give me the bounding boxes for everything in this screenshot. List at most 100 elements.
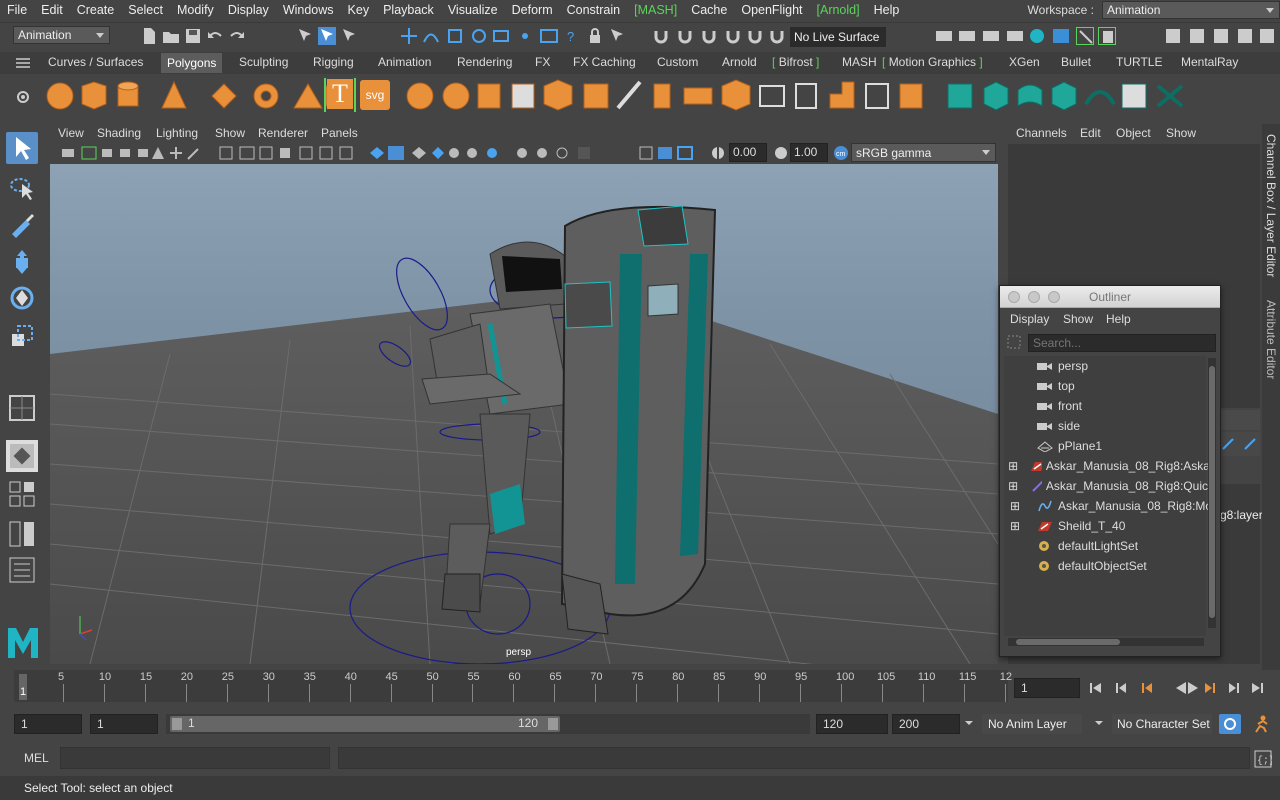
render-current-icon[interactable] [958, 27, 976, 45]
tab-arnold[interactable]: Arnold [722, 55, 757, 69]
tab-turtle[interactable]: TURTLE [1116, 55, 1162, 69]
channel-menu-show[interactable]: Show [1166, 126, 1196, 140]
menu-key[interactable]: Key [341, 3, 377, 17]
expand-icon[interactable]: ⊞ [1008, 479, 1018, 493]
channel-menu-object[interactable]: Object [1116, 126, 1151, 140]
select-object-icon[interactable] [318, 27, 336, 45]
menu-select[interactable]: Select [121, 3, 170, 17]
range-slider-handle[interactable]: 1 120 [170, 716, 560, 732]
new-scene-icon[interactable] [140, 27, 158, 45]
snap-magnet-4-icon[interactable] [724, 27, 742, 45]
render-settings-icon[interactable] [935, 27, 953, 45]
chevron-down-icon[interactable] [1092, 716, 1106, 730]
attribute-editor-toggle-icon[interactable] [1188, 27, 1206, 45]
vp-menu-view[interactable]: View [58, 126, 84, 140]
poly-modeling-icons[interactable] [404, 78, 934, 114]
gamma-icon[interactable] [772, 144, 790, 162]
menu-playback[interactable]: Playback [376, 3, 441, 17]
animation-prefs-runner-icon[interactable] [1250, 714, 1272, 734]
playback-controls[interactable] [1086, 678, 1272, 698]
tab-custom[interactable]: Custom [657, 55, 698, 69]
current-frame-field[interactable]: 1 [1014, 678, 1080, 698]
outliner-item-askar-rig-askar[interactable]: ⊞ Askar_Manusia_08_Rig8:Askar [1004, 456, 1214, 476]
tab-bullet[interactable]: Bullet [1061, 55, 1091, 69]
lock-icon[interactable] [586, 27, 604, 45]
outliner-menu-display[interactable]: Display [1010, 312, 1049, 326]
type-tool-icon[interactable]: T [324, 78, 356, 112]
character-set-dropdown[interactable]: No Character Set [1112, 714, 1212, 734]
outliner-item-sheild-t-40[interactable]: ⊞ Sheild_T_40 [1004, 516, 1214, 536]
tab-bifrost[interactable]: [ Bifrost ] [772, 55, 819, 69]
select-lasso-icon[interactable] [608, 27, 626, 45]
chevron-down-icon[interactable] [962, 716, 976, 730]
modeling-toolkit-icon[interactable] [1164, 27, 1182, 45]
panel-toolbar-icons[interactable] [60, 145, 700, 161]
tab-motion-graphics[interactable]: [ Motion Graphics ] [882, 55, 983, 69]
tab-rendering[interactable]: Rendering [457, 55, 512, 69]
undo-icon[interactable] [206, 27, 224, 45]
snap-curve-icon[interactable] [422, 27, 440, 45]
menu-openflight[interactable]: OpenFlight [734, 3, 809, 17]
help-line-icon[interactable]: ? [562, 27, 580, 45]
outliner-item-askar-rig-mo[interactable]: ⊞ Askar_Manusia_08_Rig8:Mo [1004, 496, 1214, 516]
filter-icon[interactable] [1006, 334, 1022, 350]
outliner-item-side[interactable]: side [1004, 416, 1214, 436]
persp-outliner-layout[interactable] [6, 518, 38, 550]
tab-mash[interactable]: MASH [842, 55, 877, 69]
scale-tool[interactable] [6, 320, 38, 352]
anim-layer-dropdown[interactable]: No Anim Layer [982, 714, 1082, 734]
animation-start-field[interactable]: 1 [14, 714, 82, 734]
menu-arnold[interactable]: [Arnold] [810, 3, 867, 17]
vp-menu-lighting[interactable]: Lighting [156, 126, 198, 140]
ipr-render-icon[interactable] [982, 27, 1000, 45]
menu-edit[interactable]: Edit [34, 3, 70, 17]
menu-constrain[interactable]: Constrain [560, 3, 628, 17]
tab-attribute-editor[interactable]: Attribute Editor [1264, 300, 1278, 379]
menu-modify[interactable]: Modify [170, 3, 221, 17]
snap-surface-icon[interactable] [492, 27, 510, 45]
playback-end-field[interactable]: 120 [816, 714, 888, 734]
save-scene-icon[interactable] [184, 27, 202, 45]
expand-icon[interactable]: ⊞ [1008, 519, 1022, 533]
menuset-dropdown[interactable]: Animation [13, 26, 110, 44]
lasso-tool[interactable] [6, 172, 38, 204]
outliner-menu-help[interactable]: Help [1106, 312, 1131, 326]
tab-curves-surfaces[interactable]: Curves / Surfaces [48, 55, 143, 69]
outliner-item-persp[interactable]: persp [1004, 356, 1214, 376]
range-slider-track[interactable]: 1 120 [166, 714, 810, 734]
auto-key-icon[interactable] [1219, 714, 1241, 734]
menu-file[interactable]: File [0, 3, 34, 17]
new-layer-selected-icon[interactable] [1242, 436, 1258, 452]
menu-deform[interactable]: Deform [505, 3, 560, 17]
outliner-menu-show[interactable]: Show [1063, 312, 1093, 326]
gamma-field[interactable]: 1.00 [790, 143, 828, 162]
exposure-icon[interactable] [709, 144, 727, 162]
tab-channel-box-layer-editor[interactable]: Channel Box / Layer Editor [1264, 134, 1278, 277]
tab-xgen[interactable]: XGen [1009, 55, 1040, 69]
live-surface-field[interactable]: No Live Surface [790, 27, 886, 47]
expand-icon[interactable]: ⊞ [1008, 499, 1022, 513]
paint-select-tool[interactable] [6, 208, 38, 240]
outliner-item-pplane1[interactable]: pPlane1 [1004, 436, 1214, 456]
select-component-icon[interactable] [340, 27, 358, 45]
tab-fx-caching[interactable]: FX Caching [573, 55, 636, 69]
arnold-render-icon[interactable] [1052, 27, 1070, 45]
channel-menu-channels[interactable]: Channels [1016, 126, 1067, 140]
single-view-layout[interactable] [6, 392, 38, 424]
hypershade-icon[interactable] [1028, 27, 1046, 45]
new-layer-icon[interactable] [1220, 436, 1236, 452]
outliner-item-askar-rig-quick[interactable]: ⊞ Askar_Manusia_08_Rig8:Quick [1004, 476, 1214, 496]
menu-display[interactable]: Display [221, 3, 276, 17]
menu-windows[interactable]: Windows [276, 3, 341, 17]
render-globals-icon[interactable] [1006, 27, 1024, 45]
channel-box-toggle-icon[interactable] [1236, 27, 1254, 45]
snap-magnet-2-icon[interactable] [676, 27, 694, 45]
time-slider[interactable]: 1 5 10 15 20 25 30 35 40 45 50 55 60 65 70 75 80 85 90 95 1… [0, 670, 1280, 706]
snap-magnet-3-icon[interactable] [700, 27, 718, 45]
vp-menu-panels[interactable]: Panels [321, 126, 358, 140]
outliner-item-defaultobjectset[interactable]: defaultObjectSet [1004, 556, 1214, 576]
menu-create[interactable]: Create [70, 3, 122, 17]
move-tool[interactable] [6, 246, 38, 278]
animation-end-field[interactable]: 200 [892, 714, 960, 734]
layer-name[interactable]: g8:layer [1220, 508, 1263, 522]
